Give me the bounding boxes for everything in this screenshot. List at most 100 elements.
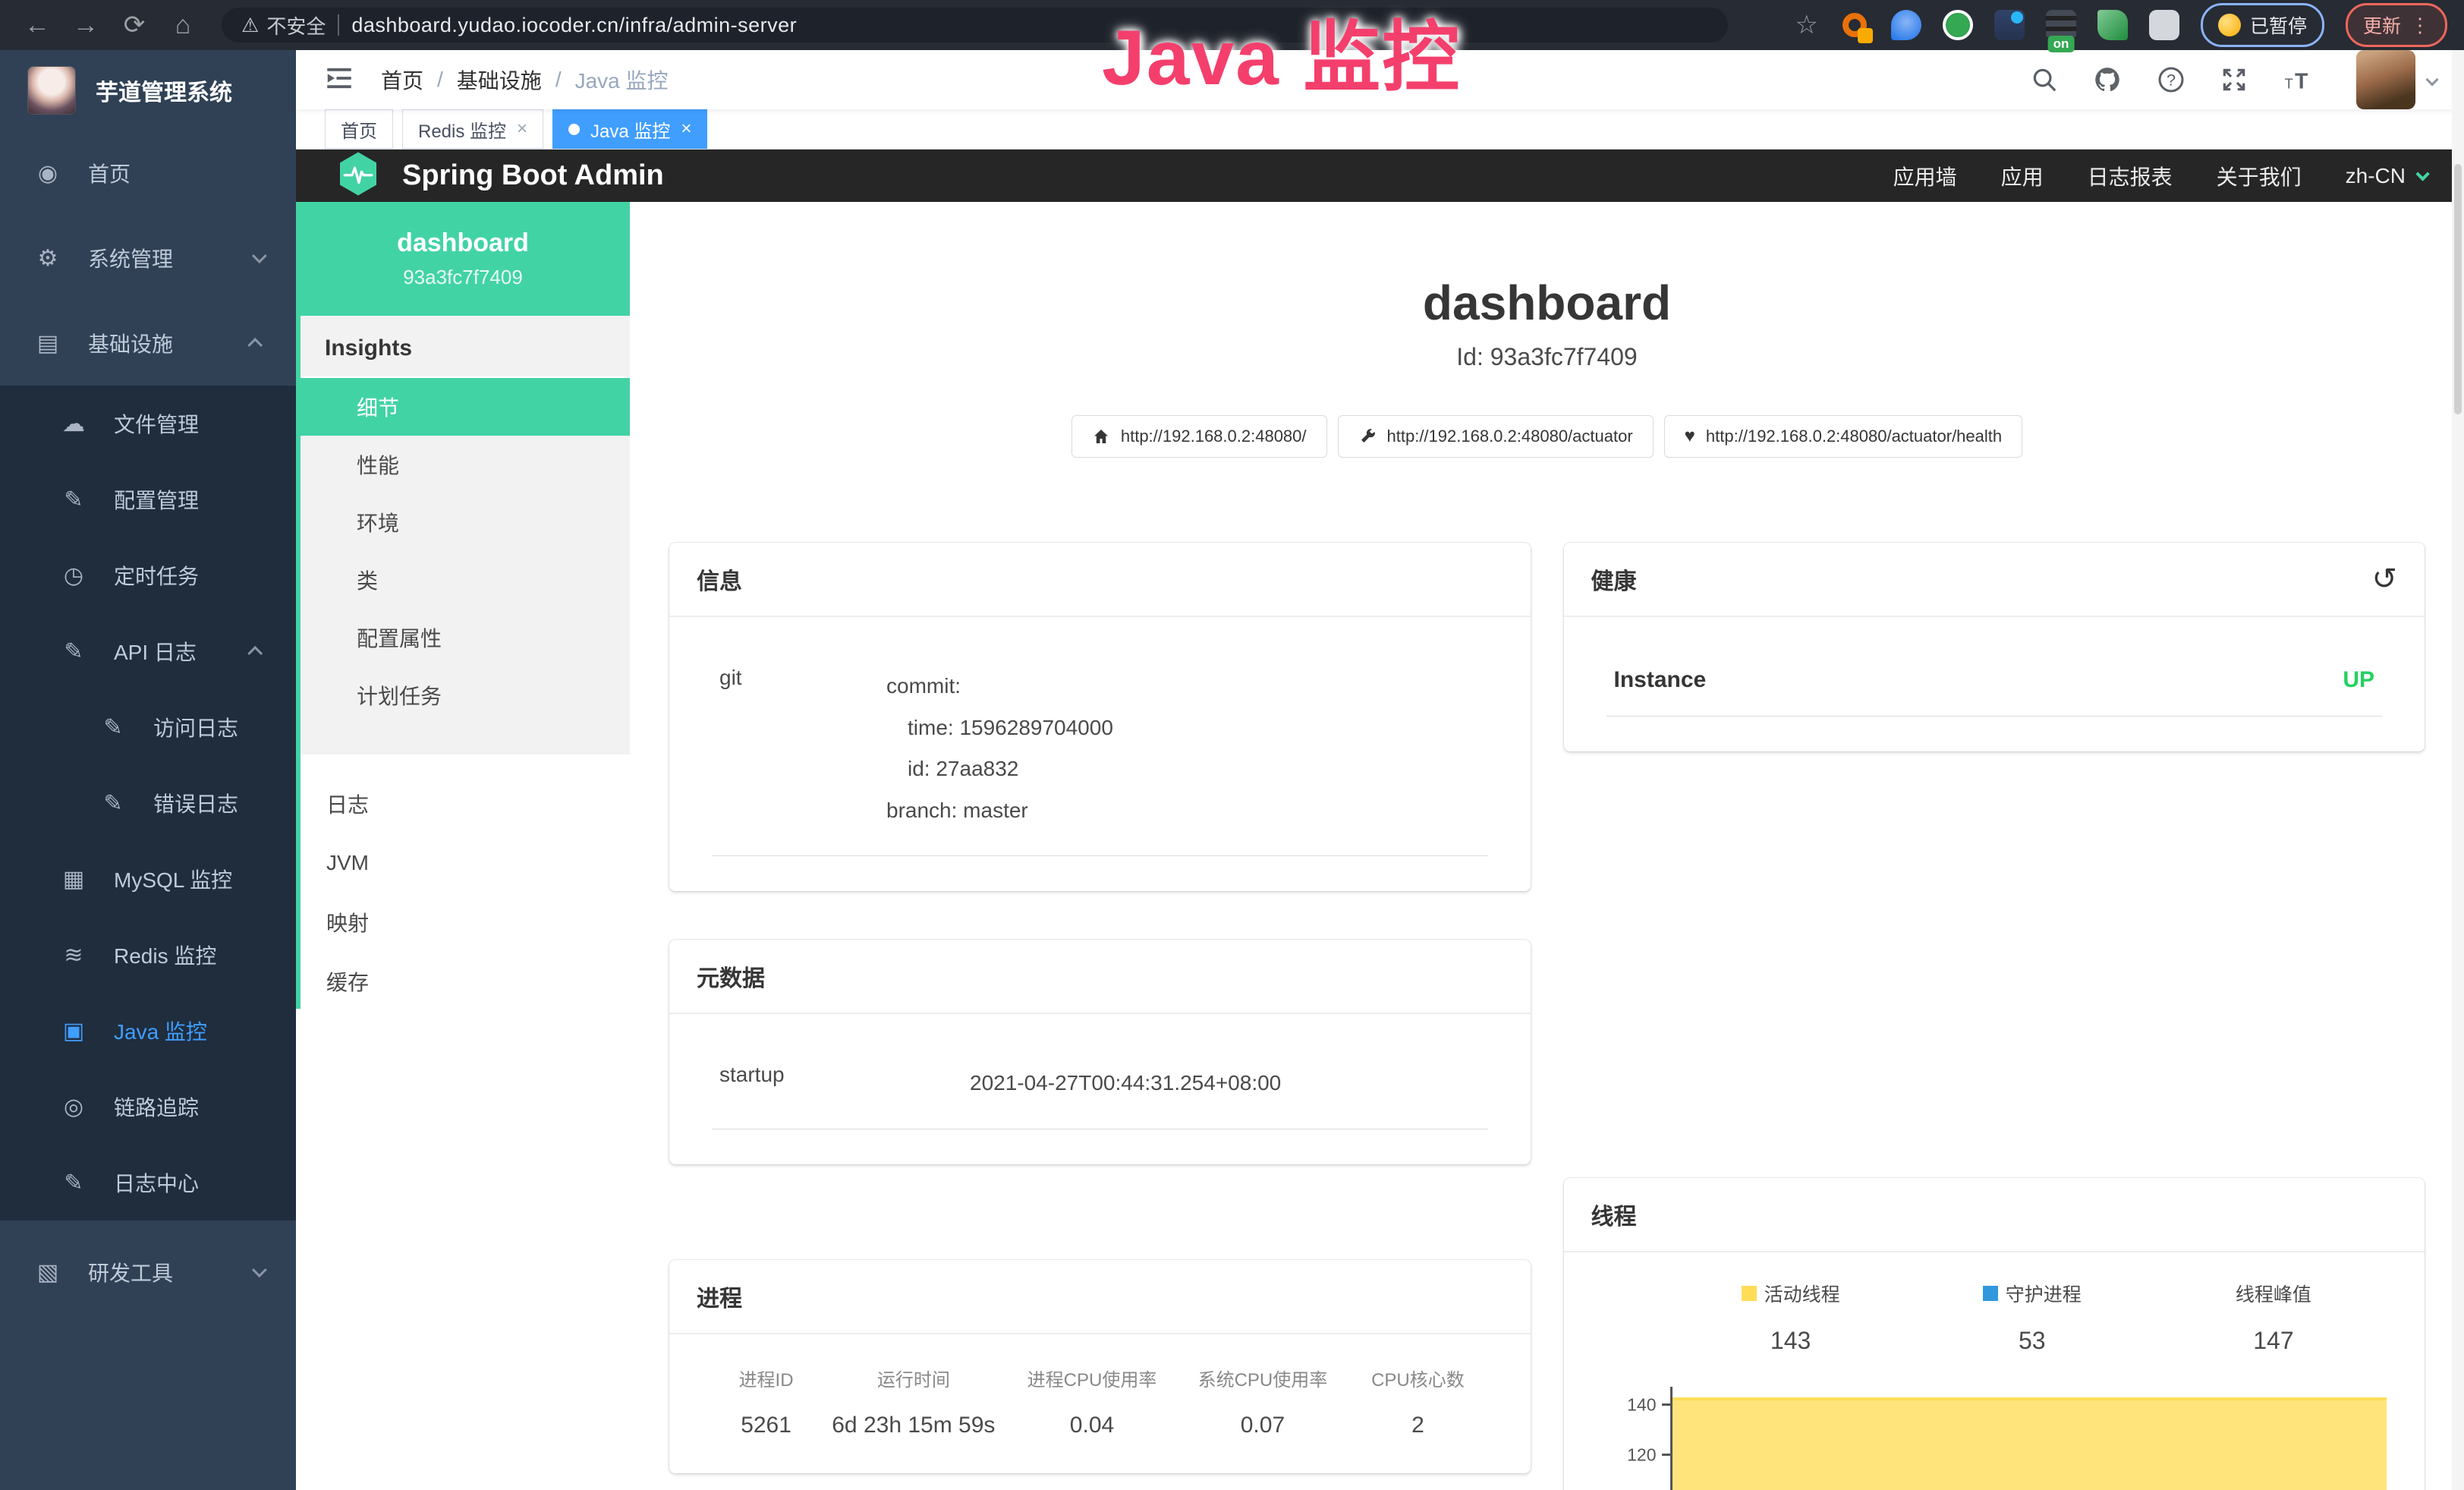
actuator-url-button[interactable]: http://192.168.0.2:48080/actuator (1338, 415, 1654, 458)
sba-item-details[interactable]: 细节 (296, 378, 630, 436)
column-header: CPU核心数 (1348, 1365, 1487, 1391)
tab-home[interactable]: 首页 (325, 109, 393, 149)
extension-icon-leaf[interactable] (2097, 10, 2128, 40)
github-icon[interactable] (2092, 65, 2123, 95)
sidebar-item-home[interactable]: ◉ 首页 (0, 131, 296, 216)
extension-icon-orange[interactable] (1839, 10, 1870, 40)
sba-item-mappings[interactable]: 映射 (296, 893, 630, 952)
help-icon[interactable]: ? (2156, 65, 2186, 95)
svg-text:?: ? (2167, 71, 2176, 90)
health-url-label: http://192.168.0.2:48080/actuator/health (1706, 427, 2002, 446)
sba-item-logfile[interactable]: 日志 (296, 774, 630, 833)
chevron-down-icon (2426, 74, 2439, 87)
tab-java-monitor[interactable]: Java 监控 × (552, 109, 707, 149)
extensions-puzzle-icon[interactable] (2149, 10, 2179, 40)
sba-item-classes[interactable]: 类 (296, 551, 630, 609)
scrollbar-handle[interactable] (2454, 164, 2462, 414)
browser-home-icon[interactable]: ⌂ (162, 5, 203, 46)
sba-item-scheduled[interactable]: 计划任务 (296, 666, 630, 724)
sba-sidebar: dashboard 93a3fc7f7409 Insights 细节 性能 环境… (296, 202, 630, 1490)
sba-nav-journal[interactable]: 日志报表 (2088, 161, 2173, 191)
extension-icon-green-circle[interactable] (1943, 10, 1973, 40)
sba-item-environment[interactable]: 环境 (296, 493, 630, 551)
sba-instance-name: dashboard (397, 228, 529, 258)
search-icon[interactable] (2030, 65, 2059, 94)
breadcrumb-section[interactable]: 基础设施 (457, 65, 542, 95)
history-icon[interactable]: ↺ (2371, 564, 2397, 594)
infrastructure-submenu: ☁ 文件管理 ✎ 配置管理 ◷ 定时任务 ✎ API 日志 (0, 386, 296, 1221)
sba-group-label: Insights (296, 316, 630, 378)
sidebar-item-error-logs[interactable]: ✎ 错误日志 (0, 765, 296, 841)
browser-back-icon[interactable]: ← (17, 5, 58, 46)
sba-locale-select[interactable]: zh-CN (2346, 164, 2426, 188)
sidebar-item-config-management[interactable]: ✎ 配置管理 (0, 461, 296, 537)
breadcrumb-home[interactable]: 首页 (381, 65, 423, 95)
sidebar-item-scheduled-tasks[interactable]: ◷ 定时任务 (0, 537, 296, 613)
sba-brand[interactable]: Spring Boot Admin (402, 159, 664, 192)
daemon-threads-value: 53 (1912, 1327, 2153, 1355)
browser-menu-icon[interactable]: ⋮ (2410, 14, 2430, 37)
sba-nav-about[interactable]: 关于我们 (2217, 161, 2302, 191)
sba-nav-applications[interactable]: 应用 (2001, 161, 2044, 191)
health-url-button[interactable]: ♥ http://192.168.0.2:48080/actuator/heal… (1664, 415, 2022, 458)
peak-threads-value: 147 (2153, 1327, 2394, 1355)
metadata-startup-row: startup 2021-04-27T00:44:31.254+08:00 (712, 1044, 1488, 1129)
sidebar-item-tracing[interactable]: ◎ 链路追踪 (0, 1069, 296, 1145)
sidebar-item-label: 错误日志 (153, 788, 238, 818)
close-icon[interactable]: × (681, 118, 691, 140)
bookmark-star-icon[interactable]: ☆ (1795, 10, 1817, 40)
sba-item-jvm[interactable]: JVM (296, 833, 630, 893)
font-size-icon[interactable]: TT (2282, 65, 2315, 95)
sidebar-item-dev-tools[interactable]: ▧ 研发工具 (0, 1230, 296, 1315)
address-bar[interactable]: ⚠ 不安全 dashboard.yudao.iocoder.cn/infra/a… (222, 8, 1728, 43)
service-url-button[interactable]: http://192.168.0.2:48080/ (1072, 415, 1327, 458)
metadata-card: 元数据 startup 2021-04-27T00:44:31.254+08:0… (669, 940, 1531, 1164)
browser-forward-icon[interactable]: → (65, 5, 106, 46)
breadcrumb-separator: / (437, 68, 443, 92)
avatar[interactable] (2356, 50, 2415, 109)
sba-item-caches[interactable]: 缓存 (296, 952, 630, 1011)
cpu-core-count: 2 (1348, 1413, 1487, 1438)
sidebar-item-log-center[interactable]: ✎ 日志中心 (0, 1145, 296, 1221)
extension-icon-grid[interactable] (1994, 10, 2025, 40)
fullscreen-icon[interactable] (2220, 65, 2248, 94)
system-cpu-usage: 0.07 (1177, 1413, 1348, 1438)
svg-text:T: T (2295, 70, 2308, 94)
sba-nav-wall[interactable]: 应用墙 (1893, 161, 1957, 191)
browser-reload-icon[interactable]: ⟳ (114, 5, 155, 46)
sidebar-item-java-monitor[interactable]: ▣ Java 监控 (0, 993, 296, 1069)
sba-item-metrics[interactable]: 性能 (296, 436, 630, 493)
close-icon[interactable]: × (517, 118, 527, 140)
update-button[interactable]: 更新 ⋮ (2346, 3, 2447, 47)
sidebar-item-system[interactable]: ⚙ 系统管理 (0, 216, 296, 301)
app-logo[interactable]: 芋道管理系统 (0, 50, 296, 131)
extension-icon-switcher[interactable]: on (2046, 10, 2076, 40)
sba-locale-label: zh-CN (2346, 164, 2406, 188)
y-tick-label: 120 (1627, 1445, 1656, 1466)
health-instance-label: Instance (1614, 667, 1707, 693)
sidebar-item-access-logs[interactable]: ✎ 访问日志 (0, 689, 296, 765)
sba-content: dashboard Id: 93a3fc7f7409 http://192.16… (630, 202, 2464, 1490)
scrollbar-track[interactable] (2452, 50, 2464, 1490)
threads-legend-values: 143 53 147 (1670, 1327, 2395, 1355)
sidebar-item-mysql-monitor[interactable]: ▦ MySQL 监控 (0, 841, 296, 917)
sidebar-item-api-logs[interactable]: ✎ API 日志 (0, 613, 296, 689)
tab-label: Java 监控 (590, 116, 670, 143)
user-menu[interactable] (2356, 50, 2437, 109)
sba-instance-box[interactable]: dashboard 93a3fc7f7409 (296, 202, 630, 316)
paused-badge[interactable]: 已暂停 (2201, 3, 2324, 47)
page-title: dashboard (630, 275, 2464, 331)
tab-redis-monitor[interactable]: Redis 监控 × (402, 109, 543, 149)
paused-emoji-icon (2218, 14, 2241, 36)
sidebar-item-infrastructure[interactable]: ▤ 基础设施 (0, 301, 296, 386)
sidebar-item-file-management[interactable]: ☁ 文件管理 (0, 386, 296, 461)
metadata-card-title: 元数据 (697, 959, 765, 993)
sidebar-item-redis-monitor[interactable]: ≋ Redis 监控 (0, 917, 296, 993)
hamburger-fold-icon[interactable] (323, 62, 355, 98)
service-url-label: http://192.168.0.2:48080/ (1121, 427, 1307, 446)
extension-icon-pin[interactable] (1891, 10, 1921, 40)
live-threads-area (1673, 1397, 2387, 1490)
column-header: 运行时间 (820, 1365, 1006, 1391)
annotation-java-monitor: Java 监控 (1102, 0, 1461, 107)
sba-item-configprops[interactable]: 配置属性 (296, 609, 630, 666)
